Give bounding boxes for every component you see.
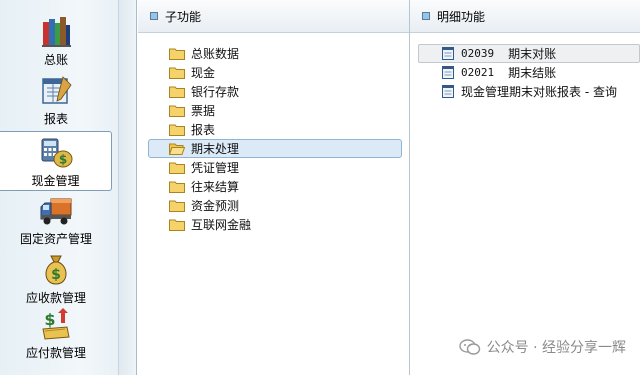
detail-header: 明细功能 <box>410 0 640 33</box>
folder-icon <box>169 105 185 117</box>
detail-item[interactable]: 02039 期末对账 <box>418 44 640 63</box>
pane-divider[interactable] <box>409 0 410 375</box>
nav-scrollbar[interactable] <box>118 0 136 375</box>
open-folder-icon <box>169 143 185 155</box>
nav-label: 总账 <box>43 53 68 67</box>
subfunction-item[interactable]: 现金 <box>148 63 402 82</box>
nav-label: 固定资产管理 <box>19 232 92 246</box>
nav-item-payables[interactable]: $ 应付款管理 <box>0 307 112 365</box>
nav-item-cash-management[interactable]: $ 现金管理 <box>0 131 112 191</box>
document-icon <box>442 47 454 60</box>
document-icon <box>442 66 454 79</box>
detail-list: 02039 期末对账 02021 期末结账 现金管理期末对账报表 - 查询 <box>418 44 640 101</box>
subfunction-label: 互联网金融 <box>191 218 252 232</box>
header-bullet-icon <box>422 12 430 20</box>
folder-icon <box>169 67 185 79</box>
folder-icon <box>169 219 185 231</box>
detail-name: 期末结账 <box>508 66 557 80</box>
nav-label: 应收款管理 <box>25 291 86 305</box>
folder-icon <box>169 200 185 212</box>
nav-item-receivables[interactable]: $ 应收款管理 <box>0 252 112 308</box>
subfunction-item[interactable]: 报表 <box>148 120 402 139</box>
subfunction-item[interactable]: 凭证管理 <box>148 158 402 177</box>
folder-icon <box>169 181 185 193</box>
subfunction-label: 资金预测 <box>191 199 240 213</box>
svg-text:$: $ <box>44 310 55 329</box>
subfunction-list: 总账数据 现金 银行存款 票据 报表 期末处理 凭证管理 往来结算 资金预测 互… <box>148 44 402 234</box>
cash-calculator-icon: $ <box>41 138 72 168</box>
books-icon <box>42 17 71 47</box>
truck-icon <box>40 198 72 225</box>
subfunction-item[interactable]: 往来结算 <box>148 177 402 196</box>
detail-code: 02021 <box>461 66 495 79</box>
dollar-payment-icon: $ <box>42 308 70 340</box>
subfunction-label: 期末处理 <box>191 142 240 156</box>
subfunction-item[interactable]: 银行存款 <box>148 82 402 101</box>
subfunction-item-selected[interactable]: 期末处理 <box>148 139 402 158</box>
folder-icon <box>169 124 185 136</box>
detail-item[interactable]: 现金管理期末对账报表 - 查询 <box>418 82 640 101</box>
module-nav: 总账 报表 $ 现金管理 固定资产管理 $ 应收款管理 $ 应付款管理 <box>0 0 137 375</box>
money-bag-icon: $ <box>45 255 67 285</box>
subfunction-item[interactable]: 票据 <box>148 101 402 120</box>
subfunction-label: 往来结算 <box>191 180 240 194</box>
detail-item[interactable]: 02021 期末结账 <box>418 63 640 82</box>
header-bullet-icon <box>150 12 158 20</box>
folder-icon <box>169 48 185 60</box>
detail-title: 明细功能 <box>437 9 486 24</box>
subfunction-label: 凭证管理 <box>191 161 240 175</box>
subfunction-item[interactable]: 资金预测 <box>148 196 402 215</box>
subfunction-label: 报表 <box>191 123 216 137</box>
nav-item-fixed-assets[interactable]: 固定资产管理 <box>0 193 112 251</box>
folder-icon <box>169 162 185 174</box>
detail-name: 现金管理期末对账报表 - 查询 <box>461 85 617 99</box>
subfunction-label: 总账数据 <box>191 47 240 61</box>
report-icon <box>42 76 72 104</box>
detail-code: 02039 <box>461 47 495 60</box>
detail-name: 期末对账 <box>508 47 557 61</box>
subfunction-label: 银行存款 <box>191 85 240 99</box>
subfunction-item[interactable]: 总账数据 <box>148 44 402 63</box>
svg-text:$: $ <box>51 267 61 283</box>
subfunction-item[interactable]: 互联网金融 <box>148 215 402 234</box>
nav-label: 报表 <box>43 112 68 126</box>
nav-item-general-ledger[interactable]: 总账 <box>0 14 112 72</box>
subfunction-label: 现金 <box>191 66 216 80</box>
subfunction-header: 子功能 <box>138 0 409 33</box>
nav-label: 应付款管理 <box>25 346 86 360</box>
svg-text:$: $ <box>58 153 66 167</box>
wechat-icon <box>458 339 480 355</box>
watermark-text: 公众号 · 经验分享一辉 <box>486 340 626 356</box>
document-icon <box>442 85 454 98</box>
subfunction-title: 子功能 <box>165 9 202 24</box>
watermark: 公众号 · 经验分享一辉 <box>458 337 626 357</box>
subfunction-label: 票据 <box>191 104 216 118</box>
nav-label: 现金管理 <box>31 174 80 188</box>
nav-item-reports[interactable]: 报表 <box>0 73 112 129</box>
folder-icon <box>169 86 185 98</box>
